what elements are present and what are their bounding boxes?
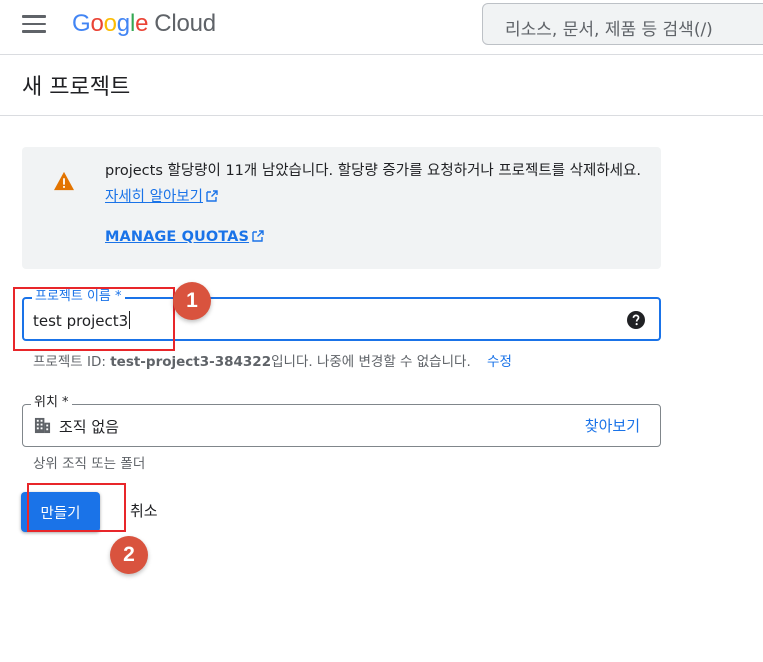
cancel-button[interactable]: 취소	[122, 500, 166, 521]
annotation-box-1	[13, 287, 175, 351]
step-badge-2: 2	[110, 536, 148, 574]
annotation-box-2	[27, 483, 126, 532]
google-cloud-logo[interactable]: Google Cloud	[72, 8, 216, 40]
quota-alert: projects 할당량이 11개 남았습니다. 할당량 증가를 요청하거나 프…	[22, 147, 661, 269]
logo-letter: o	[103, 10, 117, 37]
logo-letter: e	[135, 10, 149, 37]
help-icon[interactable]	[627, 311, 645, 329]
search-input[interactable]: 리소스, 문서, 제품 등 검색(/)	[482, 3, 763, 45]
manage-quotas-link[interactable]: MANAGE QUOTAS	[105, 229, 264, 245]
location-field[interactable]: 위치 * 조직 없음 찾아보기	[22, 395, 661, 447]
menu-icon[interactable]	[22, 15, 46, 35]
project-id-value: test-project3-384322	[110, 354, 272, 370]
project-id-suffix: 입니다. 나중에 변경할 수 없습니다.	[271, 354, 471, 370]
location-hint: 상위 조직 또는 폴더	[33, 456, 146, 472]
project-id-prefix: 프로젝트 ID:	[33, 354, 106, 370]
external-link-icon	[206, 190, 218, 202]
top-bar: Google Cloud 리소스, 문서, 제품 등 검색(/)	[0, 0, 763, 55]
search-placeholder: 리소스, 문서, 제품 등 검색(/)	[505, 20, 713, 40]
logo-letter: G	[72, 10, 91, 37]
page-title: 새 프로젝트	[22, 75, 131, 100]
building-icon	[34, 417, 51, 434]
alert-message: projects 할당량이 11개 남았습니다. 할당량 증가를 요청하거나 프…	[105, 158, 645, 210]
manage-quotas-label: MANAGE QUOTAS	[105, 229, 250, 245]
external-link-icon	[252, 230, 264, 242]
title-bar: 새 프로젝트	[0, 55, 763, 116]
project-id-hint: 프로젝트 ID: test-project3-384322입니다. 나중에 변경…	[33, 350, 512, 370]
logo-letter: g	[116, 10, 130, 37]
learn-more-link[interactable]: 자세히 알아보기	[105, 189, 203, 205]
learn-more-label: 자세히 알아보기	[105, 189, 203, 205]
location-value: 조직 없음	[59, 418, 119, 436]
location-label: 위치 *	[31, 395, 72, 411]
logo-letter: o	[90, 10, 104, 37]
step-badge-1: 1	[173, 282, 211, 320]
alert-message-text: projects 할당량이 11개 남았습니다. 할당량 증가를 요청하거나 프…	[105, 163, 641, 179]
logo-product: Cloud	[154, 10, 216, 37]
browse-button[interactable]: 찾아보기	[585, 415, 640, 436]
warning-icon	[54, 171, 74, 191]
edit-project-id-link[interactable]: 수정	[487, 354, 512, 370]
